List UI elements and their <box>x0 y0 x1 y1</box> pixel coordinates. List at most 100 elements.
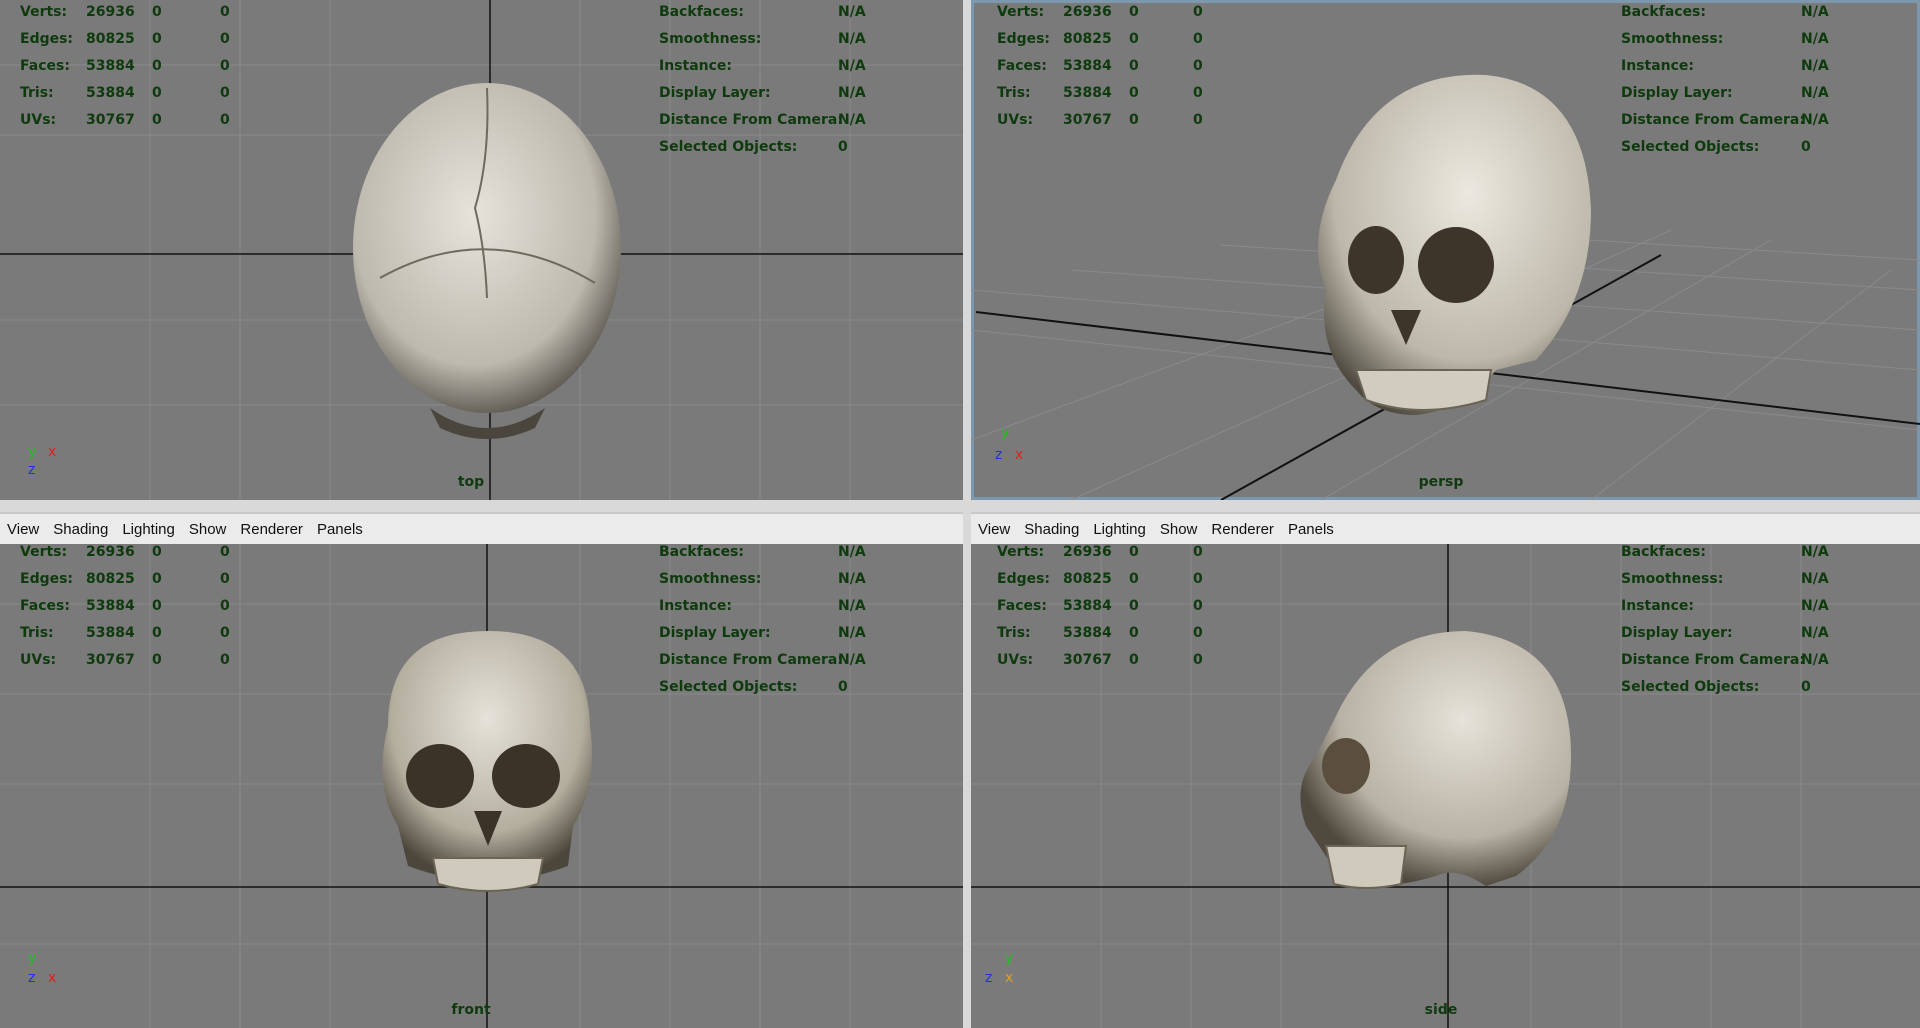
menu-show[interactable]: Show <box>1153 521 1205 538</box>
menu-renderer[interactable]: Renderer <box>233 521 310 538</box>
hud-label: Faces: <box>20 58 70 74</box>
hud-value: N/A <box>1801 625 1829 641</box>
hud-value: 0 <box>1129 544 1139 560</box>
viewport-front[interactable]: Verts: 26936 0 0 Backfaces: N/A Edges: 80825 0 0… <box>0 544 963 1028</box>
hud-value: 0 <box>152 544 162 560</box>
viewport-side[interactable]: Verts: 26936 0 0 Backfaces: N/A Edges: 80825 0 0… <box>971 544 1920 1028</box>
hud-label: Instance: <box>1621 58 1695 74</box>
hud-value: 53884 <box>1063 58 1112 74</box>
hud-label: Selected Objects: <box>1621 139 1760 155</box>
hud-label: Tris: <box>20 625 54 641</box>
menu-panels[interactable]: Panels <box>1281 521 1341 538</box>
hud-value: N/A <box>1801 571 1829 587</box>
hud-value: 30767 <box>86 112 135 128</box>
hud-value: N/A <box>1801 58 1829 74</box>
hud-value: 0 <box>1801 139 1811 155</box>
hud-label: UVs: <box>997 112 1034 128</box>
menu-shading[interactable]: Shading <box>46 521 115 538</box>
hud-value: 53884 <box>86 598 135 614</box>
menu-lighting[interactable]: Lighting <box>1086 521 1153 538</box>
hud-value: 53884 <box>86 58 135 74</box>
hud-value: 0 <box>1129 4 1139 20</box>
hud-value: 0 <box>1193 544 1203 560</box>
hud-value: 0 <box>838 679 848 695</box>
hud-label: Display Layer: <box>659 625 771 641</box>
viewport-persp[interactable]: Verts: 26936 0 0 Backfaces: N/A Edges: 80825 0 0… <box>971 0 1920 500</box>
hud-label: Selected Objects: <box>659 679 798 695</box>
hud-value: 0 <box>220 625 230 641</box>
menu-renderer[interactable]: Renderer <box>1204 521 1281 538</box>
axis-x-label: x <box>48 444 57 460</box>
viewport-divider-horizontal[interactable] <box>0 500 1920 512</box>
hud-value: 53884 <box>1063 625 1112 641</box>
hud-value: 80825 <box>86 571 135 587</box>
hud-label: Instance: <box>659 598 733 614</box>
hud-value: 0 <box>152 4 162 20</box>
hud-value: 0 <box>1193 598 1203 614</box>
hud-value: 0 <box>1129 625 1139 641</box>
hud-value: 26936 <box>1063 4 1112 20</box>
hud-label: Smoothness: <box>1621 571 1724 587</box>
hud-label: Edges: <box>997 31 1051 47</box>
hud-value: 0 <box>152 31 162 47</box>
hud-label: Verts: <box>20 4 68 20</box>
hud-label: Instance: <box>1621 598 1695 614</box>
hud-value: N/A <box>1801 652 1829 668</box>
hud-value: 0 <box>1193 4 1203 20</box>
axis-x-label: x <box>48 970 57 986</box>
hud-value: N/A <box>838 598 866 614</box>
hud-label: Edges: <box>20 571 74 587</box>
hud-value: 0 <box>1193 58 1203 74</box>
hud-label: Edges: <box>20 31 74 47</box>
hud-value: 0 <box>1193 571 1203 587</box>
hud-label: Display Layer: <box>1621 625 1733 641</box>
hud-stats-persp: Verts: 26936 0 0 Backfaces: N/A Edges: 80825 0 0… <box>971 0 1920 170</box>
hud-label: Display Layer: <box>1621 85 1733 101</box>
axis-y-label: y <box>1001 425 1010 441</box>
axis-y-label: y <box>1005 950 1014 966</box>
hud-value: 0 <box>1193 652 1203 668</box>
menu-panels[interactable]: Panels <box>310 521 370 538</box>
hud-label: Distance From Camera: <box>659 112 843 128</box>
axis-x-label: x <box>1005 970 1014 986</box>
axis-gizmo-top: y x z <box>28 444 68 488</box>
menu-shading[interactable]: Shading <box>1017 521 1086 538</box>
axis-z-label: z <box>995 447 1003 463</box>
hud-value: 0 <box>838 139 848 155</box>
hud-value: N/A <box>1801 85 1829 101</box>
hud-value: N/A <box>838 544 866 560</box>
axis-y-label: y <box>28 444 37 460</box>
hud-label: UVs: <box>997 652 1034 668</box>
menu-show[interactable]: Show <box>182 521 234 538</box>
menu-view[interactable]: View <box>0 521 46 538</box>
hud-value: N/A <box>1801 598 1829 614</box>
hud-value: N/A <box>838 85 866 101</box>
hud-value: 0 <box>1193 625 1203 641</box>
hud-value: N/A <box>838 31 866 47</box>
hud-label: Faces: <box>20 598 70 614</box>
hud-value: 0 <box>1129 598 1139 614</box>
hud-value: 0 <box>1129 652 1139 668</box>
hud-value: 0 <box>1193 85 1203 101</box>
hud-label: Verts: <box>997 4 1045 20</box>
viewport-top[interactable]: Verts: 26936 0 0 Backfaces: N/A Edges: 80825 0 0… <box>0 0 963 500</box>
hud-label: Instance: <box>659 58 733 74</box>
axis-gizmo-side: y z x <box>985 950 1025 994</box>
hud-label: Smoothness: <box>659 31 762 47</box>
menu-view[interactable]: View <box>971 521 1017 538</box>
hud-value: 0 <box>152 625 162 641</box>
hud-value: 80825 <box>1063 571 1112 587</box>
menu-lighting[interactable]: Lighting <box>115 521 182 538</box>
viewport-divider-vertical[interactable] <box>963 0 971 1028</box>
hud-value: N/A <box>838 4 866 20</box>
hud-label: Tris: <box>20 85 54 101</box>
axis-z-label: z <box>28 970 36 986</box>
hud-value: 0 <box>1129 58 1139 74</box>
hud-value: 0 <box>220 31 230 47</box>
hud-value: 26936 <box>86 4 135 20</box>
hud-value: 26936 <box>86 544 135 560</box>
hud-value: 53884 <box>86 85 135 101</box>
hud-value: 0 <box>1193 31 1203 47</box>
hud-value: 0 <box>152 112 162 128</box>
hud-value: 0 <box>1129 31 1139 47</box>
